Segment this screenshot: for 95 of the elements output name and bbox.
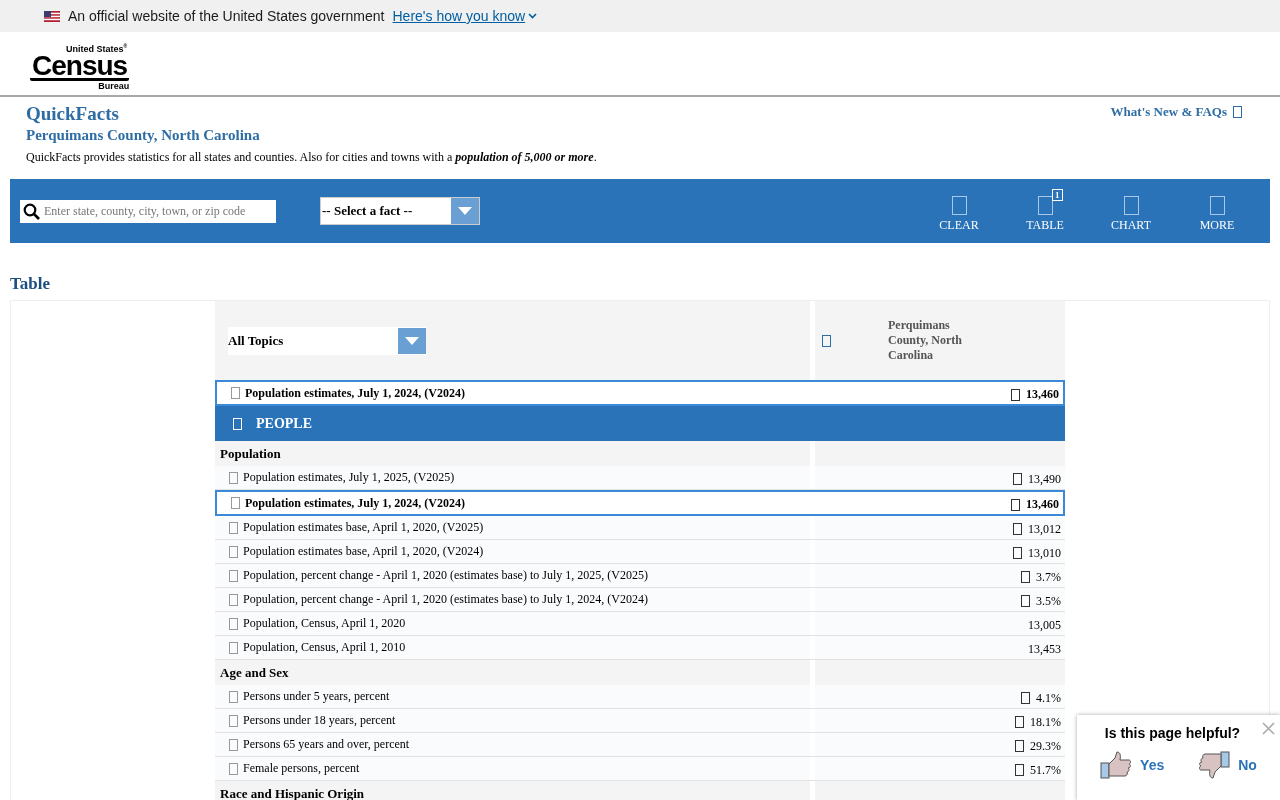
logo-text: Bureau — [98, 81, 130, 91]
description: QuickFacts provides statistics for all states and counties. Also for cities and towns with a population of 5,000 or more. — [26, 150, 598, 165]
fact-label: Persons under 5 years, percent — [243, 689, 390, 704]
section-title: PEOPLE — [256, 415, 312, 432]
fact-value: 4.1% — [1036, 690, 1061, 706]
table-row[interactable]: Population estimates, July 1, 2024, (V2024) 13,460 — [215, 490, 1065, 516]
fact-value: 3.7% — [1036, 569, 1061, 585]
flag-icon — [44, 10, 60, 22]
caret-icon — [405, 336, 419, 345]
square-icon — [229, 593, 238, 606]
fact-label: Population estimates base, April 1, 2020, (V2024) — [243, 544, 484, 559]
close-icon[interactable] — [1262, 722, 1275, 735]
fact-label: Population, Census, April 1, 2010 — [243, 640, 406, 655]
search-icon — [23, 202, 40, 220]
square-icon — [229, 521, 238, 534]
square-icon — [1013, 473, 1022, 485]
fact-label: Female persons, percent — [243, 761, 360, 776]
search-field[interactable]: Enter state, county, city, town, or zip code — [20, 199, 276, 223]
topic-select[interactable]: All Topics — [228, 326, 426, 355]
fact-label: Population, percent change - April 1, 2020 (estimates base) to July 1, 2024, (V2024) — [243, 592, 648, 607]
square-icon — [229, 738, 238, 751]
fact-value: 13,453 — [1028, 641, 1061, 657]
fact-select[interactable]: -- Select a fact -- — [320, 197, 480, 225]
section-heading: Table — [10, 274, 51, 294]
square-icon — [1011, 388, 1020, 401]
square-icon — [1233, 106, 1242, 118]
fact-label: Population estimates, July 1, 2024, (V2024) — [245, 495, 465, 511]
square-icon — [229, 545, 238, 558]
fact-label: Persons 65 years and over, percent — [243, 737, 410, 752]
feedback-question: Is this page helpful? — [1104, 725, 1241, 741]
square-icon — [1015, 764, 1024, 776]
fact-value: 13,012 — [1028, 521, 1061, 537]
fact-value: 13,490 — [1028, 471, 1061, 487]
how-you-know-link[interactable]: Here's how you know — [392, 8, 538, 24]
square-icon — [229, 617, 238, 630]
square-icon — [229, 762, 238, 775]
logo-text: Census — [30, 54, 130, 81]
square-icon — [1015, 716, 1024, 728]
fact-label: Population, Census, April 1, 2020 — [243, 616, 406, 631]
census-logo[interactable]: United States$^{®}$ Census Bureau — [30, 41, 130, 91]
toolbar-button[interactable]: MORE — [1174, 189, 1260, 233]
fact-label: Population estimates, July 1, 2025, (V2025) — [243, 470, 455, 485]
square-icon — [1011, 498, 1020, 511]
column-header: Perquimans County, North Carolina — [888, 318, 963, 363]
square-icon — [229, 471, 238, 484]
table-row[interactable]: Population estimates, July 1, 2024, (V2024) 13,460 — [215, 380, 1065, 406]
square-icon — [229, 690, 238, 703]
square-icon — [229, 569, 238, 582]
fact-value: 29.3% — [1030, 738, 1061, 754]
square-icon — [231, 387, 240, 399]
location-title: Perquimans County, North Carolina — [26, 126, 260, 145]
square-icon — [233, 417, 242, 430]
banner-text: An official website of the United States government — [68, 8, 385, 24]
no-button[interactable]: No — [1198, 751, 1257, 779]
chevron-down-icon — [528, 13, 538, 19]
thumbs-down-icon — [1198, 751, 1231, 779]
category-header: Race and Hispanic Origin — [215, 781, 810, 800]
yes-button[interactable]: Yes — [1100, 751, 1165, 779]
logo-text: United States$^{®}$ — [65, 42, 129, 54]
square-icon — [822, 334, 831, 347]
toolbar-button[interactable]: CLEAR — [916, 189, 1002, 233]
category-header: Age and Sex — [215, 660, 810, 685]
fact-value: 13,010 — [1028, 545, 1061, 561]
square-icon — [951, 196, 967, 215]
fact-label: Population estimates, July 1, 2024, (V2024) — [245, 385, 465, 401]
square-icon — [1015, 740, 1024, 752]
fact-label: Population estimates base, April 1, 2020, (V2025) — [243, 520, 484, 535]
square-icon — [229, 714, 238, 727]
fact-value: 13,005 — [1028, 617, 1061, 633]
square-icon — [229, 641, 238, 654]
square-icon — [1013, 547, 1022, 559]
whats-new-link[interactable]: What's New & FAQs — [1110, 104, 1242, 120]
square-icon — [231, 497, 240, 509]
count-badge: 1 — [1052, 189, 1063, 201]
thumbs-up-icon — [1100, 751, 1133, 779]
fact-label: Persons under 18 years, percent — [243, 713, 396, 728]
fact-value: 51.7% — [1030, 762, 1061, 778]
fact-value: 3.5% — [1036, 593, 1061, 609]
square-icon — [1021, 692, 1030, 704]
square-icon — [1037, 196, 1053, 215]
toolbar-button[interactable]: TABLE 1 — [1002, 189, 1088, 233]
fact-value: 13,460 — [1026, 497, 1059, 512]
toolbar-button[interactable]: CHART — [1088, 189, 1174, 233]
category-header: Population — [215, 441, 810, 466]
fact-label: Population, percent change - April 1, 2020 (estimates base) to July 1, 2025, (V2025) — [243, 568, 648, 583]
fact-value: 18.1% — [1030, 714, 1061, 730]
square-icon — [1021, 571, 1030, 583]
square-icon — [1021, 595, 1030, 607]
square-icon — [1209, 196, 1225, 215]
caret-icon — [458, 207, 472, 215]
page-title: QuickFacts — [26, 103, 120, 125]
square-icon — [1013, 523, 1022, 535]
fact-value: 13,460 — [1026, 387, 1059, 402]
section-bar[interactable]: PEOPLE — [215, 406, 1065, 441]
square-icon — [1123, 196, 1139, 215]
